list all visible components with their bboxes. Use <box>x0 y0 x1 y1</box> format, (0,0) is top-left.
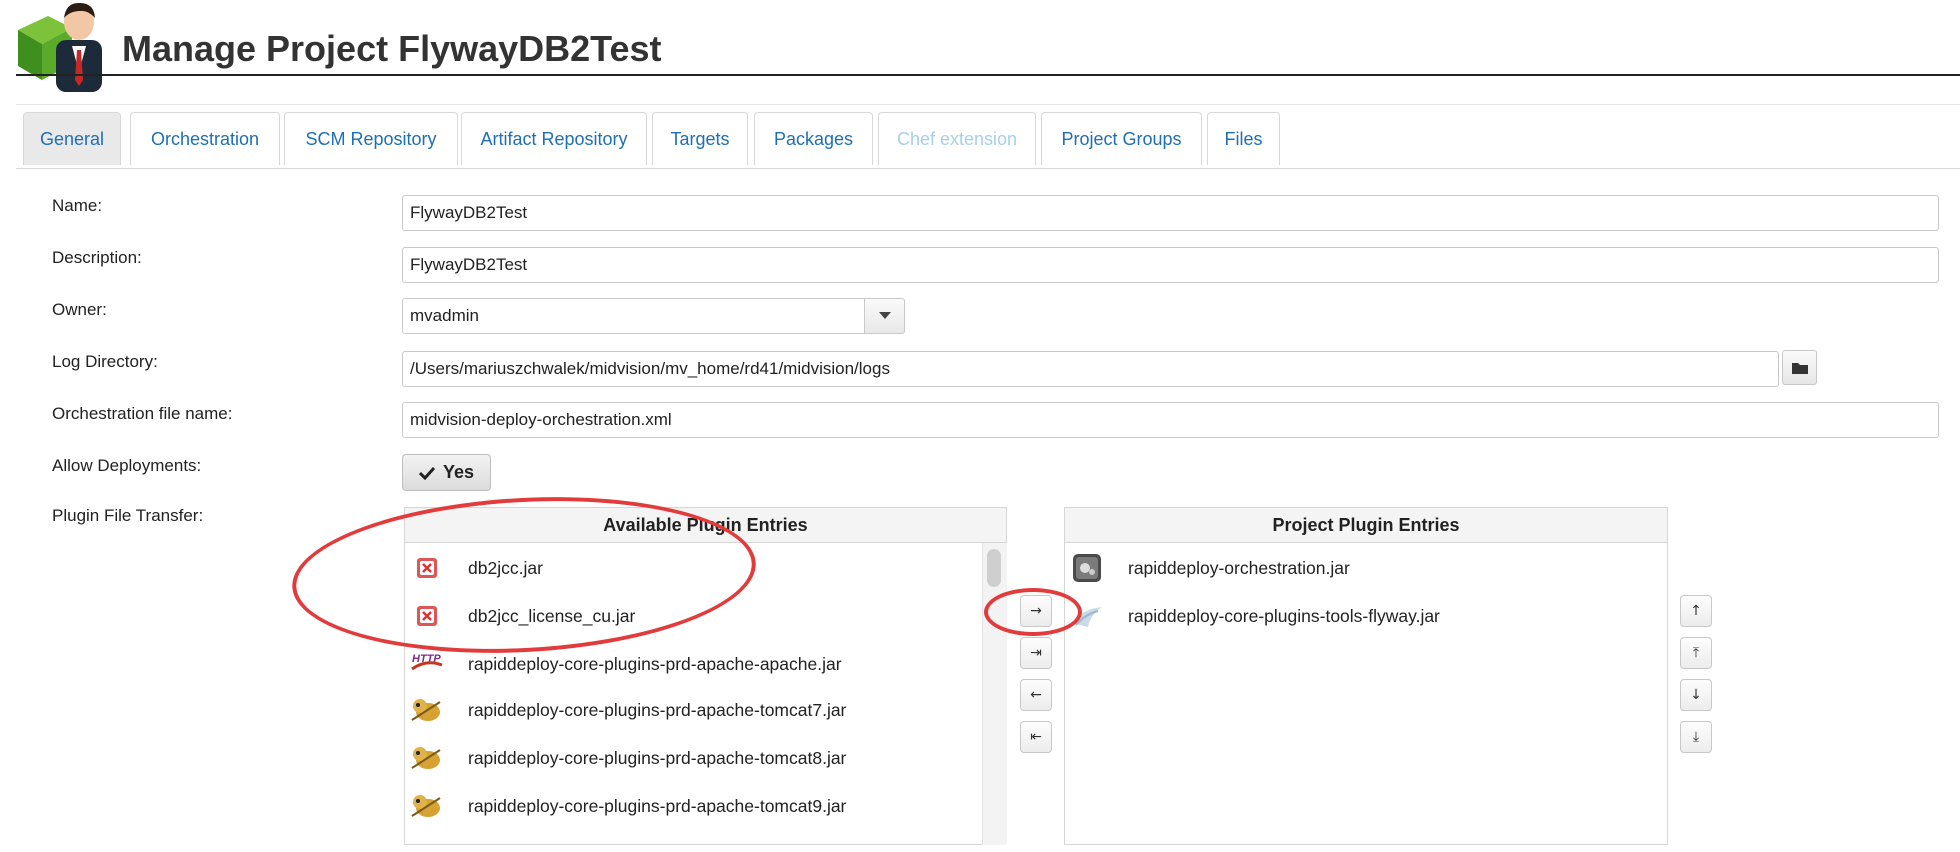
move-left-button[interactable]: ← <box>1020 679 1052 711</box>
log-directory-field[interactable]: /Users/mariuszchwalek/midvision/mv_home/… <box>402 351 1779 387</box>
app-logo-icon <box>18 2 102 92</box>
plugin-label: rapiddeploy-core-plugins-prd-apache-tomc… <box>468 747 847 768</box>
missing-plugin-icon <box>410 553 444 583</box>
plugin-label: rapiddeploy-core-plugins-prd-apache-tomc… <box>468 795 847 816</box>
tab-targets[interactable]: Targets <box>652 112 748 165</box>
list-item[interactable]: db2jcc_license_cu.jar <box>410 596 635 636</box>
browse-folder-button[interactable] <box>1782 350 1817 385</box>
tab-project-groups[interactable]: Project Groups <box>1041 112 1202 165</box>
allow-deployments-toggle[interactable]: Yes <box>402 454 491 491</box>
tab-scm-repository[interactable]: SCM Repository <box>284 112 458 165</box>
list-item[interactable]: HTTP rapiddeploy-core-plugins-prd-apache… <box>410 644 842 684</box>
description-field[interactable]: FlywayDB2Test <box>402 247 1939 283</box>
title-divider <box>16 74 1960 76</box>
name-label: Name: <box>52 196 103 215</box>
orchestration-file-label: Orchestration file name: <box>52 404 233 423</box>
move-bottom-button[interactable]: ⤓ <box>1680 721 1712 753</box>
list-item[interactable]: rapiddeploy-core-plugins-prd-apache-tomc… <box>410 690 846 730</box>
move-right-button[interactable]: → <box>1020 595 1052 627</box>
list-item[interactable]: rapiddeploy-core-plugins-prd-apache-tomc… <box>410 738 846 778</box>
project-plugins-title: Project Plugin Entries <box>1065 508 1667 543</box>
available-plugins-title: Available Plugin Entries <box>405 508 1006 543</box>
owner-select[interactable]: mvadmin <box>402 298 865 334</box>
list-item[interactable]: rapiddeploy-core-plugins-prd-apache-tomc… <box>410 786 846 826</box>
apache-http-icon: HTTP <box>410 649 444 679</box>
plugin-label: db2jcc_license_cu.jar <box>468 605 636 626</box>
move-top-button[interactable]: ⤒ <box>1680 637 1712 669</box>
list-item[interactable]: db2jcc.jar <box>410 548 543 588</box>
move-down-button[interactable]: ↓ <box>1680 679 1712 711</box>
tab-chef-extension: Chef extension <box>878 112 1036 165</box>
description-label: Description: <box>52 248 142 267</box>
tab-packages[interactable]: Packages <box>754 112 873 165</box>
tomcat-icon <box>410 743 444 773</box>
tab-files[interactable]: Files <box>1207 112 1280 165</box>
folder-icon <box>1791 362 1808 374</box>
page-title: Manage Project FlywayDB2Test <box>122 28 662 69</box>
missing-plugin-icon <box>410 601 444 631</box>
list-item[interactable]: rapiddeploy-orchestration.jar <box>1070 548 1350 588</box>
log-directory-label: Log Directory: <box>52 352 158 371</box>
tomcat-icon <box>410 791 444 821</box>
allow-deployments-label: Allow Deployments: <box>52 456 202 475</box>
checkmark-icon <box>418 466 435 480</box>
plugin-label: db2jcc.jar <box>468 557 543 578</box>
plugin-label: rapiddeploy-core-plugins-tools-flyway.ja… <box>1128 605 1440 626</box>
owner-dropdown-button[interactable] <box>864 298 905 334</box>
tab-orchestration[interactable]: Orchestration <box>130 112 280 165</box>
flyway-icon <box>1070 601 1104 631</box>
plugin-file-transfer-label: Plugin File Transfer: <box>52 506 204 525</box>
orchestration-icon <box>1070 553 1104 583</box>
available-list-scrollbar[interactable] <box>982 543 1007 845</box>
list-item[interactable]: rapiddeploy-core-plugins-tools-flyway.ja… <box>1070 596 1440 636</box>
tab-artifact-repository[interactable]: Artifact Repository <box>461 112 647 165</box>
move-all-right-button[interactable]: ⇥ <box>1020 637 1052 669</box>
plugin-label: rapiddeploy-core-plugins-prd-apache-tomc… <box>468 699 847 720</box>
move-all-left-button[interactable]: ⇤ <box>1020 721 1052 753</box>
plugin-label: rapiddeploy-orchestration.jar <box>1128 557 1350 578</box>
tomcat-icon <box>410 695 444 725</box>
plugin-label: rapiddeploy-core-plugins-prd-apache-apac… <box>468 653 842 674</box>
scrollbar-thumb[interactable] <box>987 549 1001 587</box>
name-field[interactable]: FlywayDB2Test <box>402 195 1939 231</box>
chevron-down-icon <box>878 312 891 319</box>
move-up-button[interactable]: ↑ <box>1680 595 1712 627</box>
allow-deployments-value: Yes <box>442 462 475 482</box>
owner-label: Owner: <box>52 300 107 319</box>
tab-general[interactable]: General <box>23 112 121 165</box>
orchestration-file-field[interactable]: midvision-deploy-orchestration.xml <box>402 402 1939 438</box>
